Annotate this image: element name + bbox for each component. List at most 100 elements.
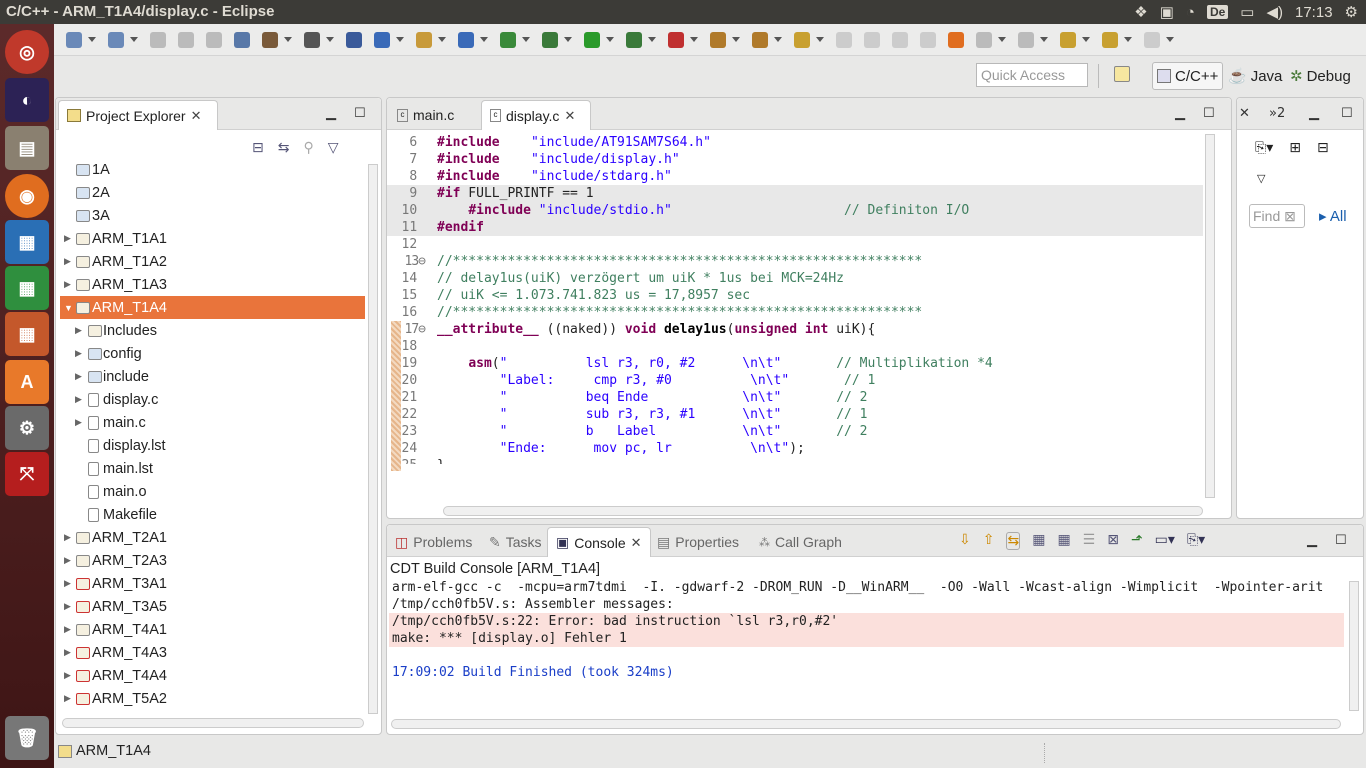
horizontal-scrollbar[interactable] bbox=[443, 506, 1203, 516]
collapsed-arrow-icon[interactable]: ▶ bbox=[64, 256, 71, 267]
maximize-icon[interactable]: ☐ bbox=[1335, 533, 1347, 548]
maximize-icon[interactable]: ☐ bbox=[354, 106, 366, 121]
chevron-down-icon[interactable] bbox=[1040, 37, 1048, 42]
clear-console-icon[interactable]: ☰ bbox=[1083, 532, 1096, 550]
chevron-down-icon[interactable]: ▽ bbox=[1257, 172, 1265, 185]
collapsed-arrow-icon[interactable]: ▶ bbox=[64, 578, 71, 589]
tab-console[interactable]: ▣ Console ✕ bbox=[547, 527, 651, 557]
maximize-icon[interactable]: ☐ bbox=[1203, 106, 1215, 121]
print-icon[interactable] bbox=[206, 32, 222, 48]
pin-console-icon[interactable]: ⬏ bbox=[1131, 532, 1143, 550]
sort-icon[interactable]: ⊞ bbox=[1289, 140, 1301, 156]
coverage-icon[interactable] bbox=[668, 32, 684, 48]
perspective-cpp[interactable]: C/C++ bbox=[1152, 62, 1224, 90]
tree-item[interactable]: ▶ ARM_T1A1 bbox=[60, 227, 365, 250]
chevron-down-icon[interactable] bbox=[130, 37, 138, 42]
trash-icon[interactable]: 🗑 bbox=[5, 716, 49, 760]
software-center-icon[interactable]: A bbox=[5, 360, 49, 404]
tree-item[interactable]: ▶ ARM_T3A1 bbox=[60, 572, 365, 595]
open-type-icon[interactable] bbox=[710, 32, 726, 48]
collapsed-arrow-icon[interactable]: ▶ bbox=[75, 417, 82, 428]
chevron-down-icon[interactable] bbox=[438, 37, 446, 42]
close-icon[interactable]: ✕ bbox=[564, 108, 575, 124]
collapsed-arrow-icon[interactable]: ▶ bbox=[64, 279, 71, 290]
dropbox-icon[interactable]: ❖ bbox=[1134, 3, 1147, 21]
tree-item[interactable]: Makefile bbox=[60, 503, 365, 526]
next-annotation-icon[interactable] bbox=[976, 32, 992, 48]
save-all-icon[interactable] bbox=[178, 32, 194, 48]
tab-problems[interactable]: ◫ Problems bbox=[387, 527, 480, 557]
hierarchy-icon[interactable]: ⊟ bbox=[1317, 140, 1329, 156]
chevron-down-icon[interactable] bbox=[1166, 37, 1174, 42]
tree-item[interactable]: ▶ include bbox=[60, 365, 365, 388]
tree-item[interactable]: ▶ main.c bbox=[60, 411, 365, 434]
wifi-icon[interactable]: ◔ bbox=[1186, 4, 1195, 21]
scroll-lock-icon[interactable]: ▦ bbox=[1032, 532, 1045, 550]
display-console-icon[interactable]: ▭▾ bbox=[1155, 532, 1175, 550]
new-folder-icon[interactable] bbox=[416, 32, 432, 48]
quick-access-input[interactable]: Quick Access bbox=[976, 63, 1088, 87]
collapse-all-icon[interactable]: ⊟ bbox=[252, 140, 264, 156]
new-class-icon[interactable] bbox=[374, 32, 390, 48]
find-input[interactable]: Find ⊠ bbox=[1249, 204, 1305, 228]
writer-icon[interactable]: ▦ bbox=[5, 220, 49, 264]
minimize-icon[interactable]: ▁ bbox=[1309, 106, 1319, 121]
code-editor[interactable]: 6 #include "include/AT91SAM7S64.h" 7 #inc… bbox=[387, 134, 1203, 464]
tree-item[interactable]: ▶ display.c bbox=[60, 388, 365, 411]
perspective-debug[interactable]: ✲ Debug bbox=[1286, 62, 1355, 90]
chevron-down-icon[interactable] bbox=[732, 37, 740, 42]
tab-main-c[interactable]: c main.c bbox=[389, 100, 479, 130]
horizontal-scrollbar[interactable] bbox=[62, 718, 364, 728]
chevron-down-icon[interactable] bbox=[690, 37, 698, 42]
overflow-tabs-indicator[interactable]: »2 bbox=[1269, 106, 1285, 121]
chevron-down-icon[interactable] bbox=[998, 37, 1006, 42]
chevron-down-icon[interactable] bbox=[648, 37, 656, 42]
tree-item[interactable]: ▶ ARM_T4A4 bbox=[60, 664, 365, 687]
collapsed-arrow-icon[interactable]: ▶ bbox=[75, 325, 82, 336]
debug-icon[interactable] bbox=[542, 32, 558, 48]
filter-icon[interactable]: ⚲ bbox=[303, 140, 313, 156]
vertical-scrollbar[interactable] bbox=[1349, 581, 1359, 711]
collapsed-arrow-icon[interactable]: ▶ bbox=[64, 555, 71, 566]
word-wrap-icon[interactable]: ▦ bbox=[1057, 532, 1070, 550]
collapsed-arrow-icon[interactable]: ▶ bbox=[64, 532, 71, 543]
files-icon[interactable]: ▤ bbox=[5, 126, 49, 170]
view-menu-icon[interactable]: ▽ bbox=[328, 140, 339, 156]
horizontal-scrollbar[interactable] bbox=[391, 719, 1341, 729]
session-gear-icon[interactable]: ⚙ bbox=[1345, 3, 1358, 21]
battery-icon[interactable]: ▭ bbox=[1240, 3, 1254, 21]
link-icon[interactable] bbox=[864, 32, 880, 48]
tree-item[interactable]: ▶ ARM_T2A3 bbox=[60, 549, 365, 572]
collapsed-arrow-icon[interactable]: ▶ bbox=[75, 394, 82, 405]
maximize-icon[interactable]: ☐ bbox=[1341, 106, 1353, 121]
calc-icon[interactable]: ▦ bbox=[5, 266, 49, 310]
collapsed-arrow-icon[interactable]: ▶ bbox=[75, 348, 82, 359]
refresh-icon[interactable] bbox=[500, 32, 516, 48]
history-icon[interactable] bbox=[1144, 32, 1160, 48]
vertical-scrollbar[interactable] bbox=[1205, 134, 1215, 498]
new-element-icon[interactable]: ⎘▾ bbox=[1255, 140, 1273, 156]
tab-display-c[interactable]: c display.c ✕ bbox=[481, 100, 591, 130]
collapsed-arrow-icon[interactable]: ▶ bbox=[64, 624, 71, 635]
tree-item[interactable]: 2A bbox=[60, 181, 365, 204]
format-icon[interactable] bbox=[892, 32, 908, 48]
back-icon[interactable] bbox=[1060, 32, 1076, 48]
external-tools-icon[interactable] bbox=[626, 32, 642, 48]
close-icon[interactable]: ✕ bbox=[631, 535, 642, 551]
new-file-icon[interactable] bbox=[108, 32, 124, 48]
chevron-down-icon[interactable] bbox=[396, 37, 404, 42]
tree-item[interactable]: main.lst bbox=[60, 457, 365, 480]
perspective-java[interactable]: ☕ Java bbox=[1224, 62, 1286, 90]
chevron-down-icon[interactable] bbox=[284, 37, 292, 42]
tab-call-graph[interactable]: ⁂ Call Graph bbox=[751, 527, 850, 557]
open-console-icon[interactable]: ⎘▾ bbox=[1187, 532, 1205, 550]
next-error-icon[interactable]: ⇩ bbox=[959, 532, 971, 550]
settings-icon[interactable]: ⚙ bbox=[5, 406, 49, 450]
tab-properties[interactable]: ▤ Properties bbox=[649, 527, 747, 557]
expanded-arrow-icon[interactable]: ▼ bbox=[64, 303, 73, 313]
ubuntu-dash-icon[interactable]: ◎ bbox=[5, 30, 49, 74]
tree-item[interactable]: ▶ ARM_T4A3 bbox=[60, 641, 365, 664]
update-icon[interactable]: ▣ bbox=[1160, 3, 1174, 21]
tree-item[interactable]: ▶ config bbox=[60, 342, 365, 365]
chevron-down-icon[interactable] bbox=[480, 37, 488, 42]
